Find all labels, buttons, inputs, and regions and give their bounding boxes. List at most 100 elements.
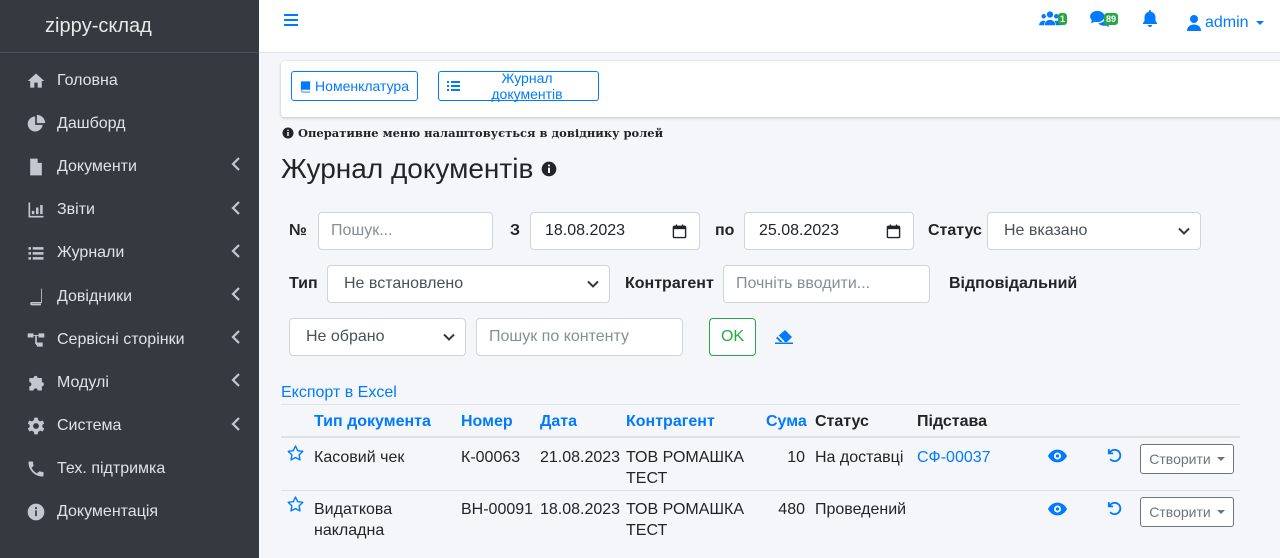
sidebar-item-reports[interactable]: Звіти bbox=[0, 189, 259, 232]
table-row[interactable]: Видаткова накладна ВН-00091 18.08.2023 Т… bbox=[281, 491, 1240, 547]
top-navbar: 1 89 admin bbox=[259, 0, 1280, 53]
create-dropdown-button[interactable]: Створити bbox=[1140, 444, 1234, 474]
column-header-date[interactable]: Дата bbox=[540, 413, 577, 431]
sidebar-item-journals[interactable]: Журнали bbox=[0, 232, 259, 275]
chevron-left-icon bbox=[231, 330, 241, 349]
sidebar-item-label: Тех. підтримка bbox=[57, 460, 166, 478]
star-icon[interactable] bbox=[287, 496, 304, 517]
calendar-icon bbox=[672, 223, 687, 238]
book-icon bbox=[300, 80, 311, 92]
page-title: Журнал документів bbox=[281, 153, 557, 185]
list-icon bbox=[25, 243, 47, 263]
date-from-value: 18.08.2023 bbox=[545, 222, 626, 239]
puzzle-icon bbox=[25, 373, 47, 393]
journal-button[interactable]: Журнал документів bbox=[438, 70, 599, 102]
sidebar-item-directories[interactable]: Довідники bbox=[0, 275, 259, 318]
chevron-left-icon bbox=[231, 416, 241, 436]
responsible-select[interactable]: Не обрано bbox=[289, 318, 466, 356]
number-search-input[interactable] bbox=[318, 212, 493, 250]
messages-button[interactable]: 89 bbox=[1089, 10, 1119, 33]
chevron-left-icon bbox=[231, 244, 241, 263]
hint-text: Оперативне меню налаштовується в довідни… bbox=[298, 126, 664, 140]
chart-icon bbox=[25, 200, 47, 220]
users-count-badge: 1 bbox=[1058, 13, 1068, 25]
counterparty-input[interactable] bbox=[723, 265, 930, 303]
sidebar-item-support[interactable]: Тех. підтримка bbox=[0, 448, 259, 491]
undo-icon[interactable] bbox=[1106, 447, 1123, 469]
file-icon bbox=[25, 157, 47, 177]
sidebar-item-dashboard[interactable]: Дашборд bbox=[0, 102, 259, 145]
sidebar-item-label: Довідники bbox=[57, 287, 133, 305]
type-select[interactable]: Не встановлено bbox=[327, 265, 610, 303]
responsible-select-value: Не обрано bbox=[306, 328, 385, 345]
status-select[interactable]: Не вказано bbox=[987, 212, 1201, 250]
hamburger-menu-icon[interactable] bbox=[283, 12, 299, 28]
cell-basis-link[interactable]: СФ-00037 bbox=[917, 447, 991, 468]
caret-down-icon bbox=[1216, 510, 1225, 514]
book-icon bbox=[25, 287, 47, 307]
messages-count-badge: 89 bbox=[1104, 13, 1119, 25]
list-icon bbox=[447, 81, 460, 91]
column-header-counterparty[interactable]: Контрагент bbox=[626, 413, 715, 431]
sidebar-item-home[interactable]: Головна bbox=[0, 59, 259, 102]
table-row[interactable]: Касовий чек К-00063 21.08.2023 ТОВ РОМАШ… bbox=[281, 438, 1240, 491]
date-to-input[interactable]: 25.08.2023 bbox=[744, 212, 914, 250]
cell-sum: 10 bbox=[787, 449, 805, 466]
sidebar-item-label: Журнали bbox=[57, 244, 125, 262]
sitemap-icon bbox=[25, 330, 47, 350]
create-dropdown-button[interactable]: Створити bbox=[1140, 497, 1234, 527]
sidebar-item-documentation[interactable]: Документація bbox=[0, 491, 259, 534]
info-icon[interactable] bbox=[541, 161, 557, 177]
sidebar-item-label: Модулі bbox=[57, 373, 109, 391]
bell-icon bbox=[1143, 10, 1157, 27]
date-from-input[interactable]: 18.08.2023 bbox=[530, 212, 700, 250]
date-from-label: З bbox=[510, 222, 521, 239]
sidebar-item-documents[interactable]: Документи bbox=[0, 145, 259, 188]
calendar-icon bbox=[886, 223, 901, 238]
cell-counterparty: ТОВ РОМАШКА ТЕСТ bbox=[626, 449, 745, 487]
cell-number: ВН-00091 bbox=[461, 501, 534, 518]
column-header-sum[interactable]: Сума bbox=[766, 413, 807, 431]
sidebar-item-system[interactable]: Система bbox=[0, 405, 259, 448]
home-icon bbox=[25, 71, 47, 91]
nomenclature-button[interactable]: Номенклатура bbox=[291, 71, 418, 101]
eye-icon[interactable] bbox=[1048, 449, 1067, 468]
undo-icon[interactable] bbox=[1106, 500, 1123, 522]
sidebar-item-label: Дашборд bbox=[57, 114, 126, 132]
main-content: Номенклатура Журнал документів Оперативн… bbox=[259, 53, 1280, 558]
column-header-number[interactable]: Номер bbox=[461, 413, 513, 431]
pie-chart-icon bbox=[25, 114, 47, 134]
phone-icon bbox=[25, 459, 47, 479]
chevron-down-icon bbox=[587, 280, 599, 288]
notifications-button[interactable] bbox=[1142, 10, 1158, 33]
eye-icon[interactable] bbox=[1048, 502, 1067, 521]
cell-status: Проведений bbox=[815, 501, 907, 518]
journal-label: Журнал документів bbox=[491, 70, 563, 102]
responsible-label: Відповідальний bbox=[949, 275, 1078, 292]
date-to-value: 25.08.2023 bbox=[759, 222, 840, 239]
caret-down-icon bbox=[1216, 457, 1225, 461]
sidebar-item-label: Звіти bbox=[57, 201, 95, 219]
eraser-icon[interactable] bbox=[775, 329, 793, 349]
user-menu[interactable]: admin bbox=[1187, 14, 1269, 32]
sidebar-item-label: Головна bbox=[57, 71, 118, 89]
caret-down-icon bbox=[1255, 21, 1264, 25]
chevron-left-icon bbox=[231, 157, 241, 176]
page-title-text: Журнал документів bbox=[281, 153, 534, 184]
sidebar-nav: Головна Дашборд Документи Звіти Журнали … bbox=[0, 53, 259, 534]
sidebar-item-service-pages[interactable]: Сервісні сторінки bbox=[0, 318, 259, 361]
export-excel-link[interactable]: Експорт в Excel bbox=[281, 384, 397, 402]
ok-button[interactable]: OK bbox=[709, 318, 756, 356]
cell-date: 21.08.2023 bbox=[540, 449, 621, 466]
content-search-input[interactable] bbox=[476, 318, 683, 356]
brand-logo[interactable]: zippy-склад bbox=[0, 0, 259, 53]
number-label: № bbox=[289, 222, 307, 239]
gear-icon bbox=[25, 416, 47, 436]
sidebar-item-modules[interactable]: Модулі bbox=[0, 361, 259, 404]
online-users-button[interactable]: 1 bbox=[1039, 10, 1068, 33]
column-header-type[interactable]: Тип документа bbox=[314, 413, 431, 431]
star-icon[interactable] bbox=[287, 445, 304, 466]
create-label: Створити bbox=[1149, 504, 1211, 520]
info-icon bbox=[25, 502, 47, 522]
chevron-down-icon bbox=[1178, 227, 1190, 235]
